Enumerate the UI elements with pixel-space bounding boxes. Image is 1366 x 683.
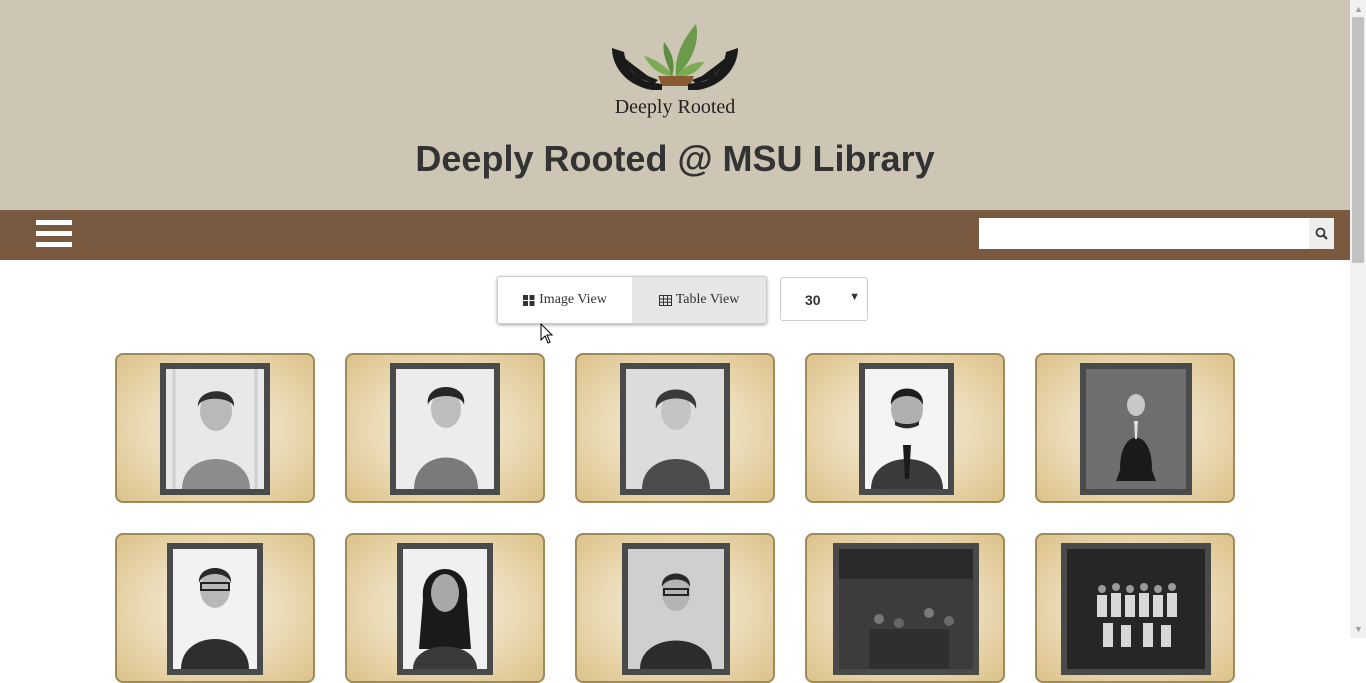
gallery-item[interactable] <box>1035 353 1235 503</box>
hands-plant-icon <box>612 24 738 90</box>
view-toggle: Image View Table View <box>497 276 767 324</box>
scroll-up-icon[interactable]: ▲ <box>1354 4 1363 14</box>
group-photo <box>1061 543 1211 675</box>
image-view-label: Image View <box>539 292 607 307</box>
logo-wordmark: Deeply Rooted <box>614 96 736 118</box>
table-view-label: Table View <box>675 292 740 307</box>
per-page-value: 30 <box>805 292 821 308</box>
gallery-item[interactable] <box>345 533 545 683</box>
table-icon <box>658 294 672 306</box>
navbar <box>0 210 1350 260</box>
table-view-button[interactable]: Table View <box>632 277 766 323</box>
portrait-photo <box>859 363 954 495</box>
grid-icon <box>523 294 535 306</box>
search-icon <box>1315 227 1328 240</box>
gallery-item[interactable] <box>1035 533 1235 683</box>
hamburger-menu-icon[interactable] <box>36 220 72 250</box>
portrait-photo <box>620 363 730 495</box>
portrait-photo <box>1080 363 1192 495</box>
page-title: Deeply Rooted @ MSU Library <box>415 138 935 179</box>
gallery-item[interactable] <box>115 533 315 683</box>
gallery-item[interactable] <box>805 533 1005 683</box>
mouse-pointer-icon <box>540 323 554 344</box>
portrait-photo <box>622 543 730 675</box>
portrait-photo <box>397 543 493 675</box>
portrait-photo <box>160 363 270 495</box>
portrait-photo <box>167 543 263 675</box>
gallery-item[interactable] <box>805 353 1005 503</box>
chevron-down-icon: ▼ <box>849 291 860 303</box>
crowd-photo <box>833 543 979 675</box>
search-button[interactable] <box>1309 218 1334 249</box>
gallery-item[interactable] <box>115 353 315 503</box>
deeply-rooted-logo[interactable]: Deeply Rooted <box>604 18 746 122</box>
gallery-item[interactable] <box>575 533 775 683</box>
site-header: Deeply Rooted Deeply Rooted @ MSU Librar… <box>0 0 1350 210</box>
gallery-item[interactable] <box>345 353 545 503</box>
portrait-photo <box>390 363 500 495</box>
search-input[interactable] <box>979 218 1309 249</box>
scrollbar-thumb[interactable] <box>1352 17 1364 263</box>
scroll-down-icon[interactable]: ▼ <box>1354 624 1363 634</box>
image-view-button[interactable]: Image View <box>498 277 632 323</box>
vertical-scrollbar[interactable]: ▲ ▼ <box>1350 0 1366 638</box>
per-page-select[interactable]: 30 ▼ <box>780 277 868 321</box>
gallery-item[interactable] <box>575 353 775 503</box>
